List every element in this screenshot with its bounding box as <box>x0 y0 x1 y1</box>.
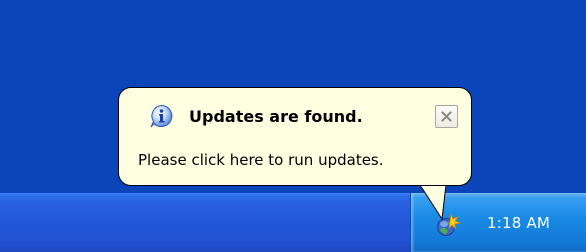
windows-update-icon[interactable] <box>434 211 462 239</box>
balloon-message: Please click here to run updates. <box>138 151 384 169</box>
notification-balloon[interactable]: Updates are found. Please click here to … <box>118 87 472 186</box>
info-icon <box>149 104 174 129</box>
system-tray: 1:18 AM <box>410 193 586 252</box>
clock[interactable]: 1:18 AM <box>487 214 550 232</box>
taskbar[interactable] <box>0 193 410 252</box>
close-button[interactable] <box>435 105 458 128</box>
balloon-title: Updates are found. <box>189 107 363 126</box>
close-icon <box>441 111 452 122</box>
